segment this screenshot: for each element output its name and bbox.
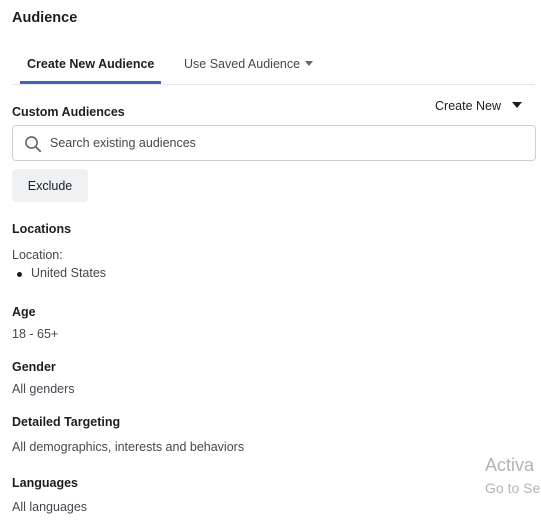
caret-down-icon bbox=[305, 61, 314, 67]
location-list: United States bbox=[12, 266, 106, 280]
languages-label: Languages bbox=[12, 476, 78, 490]
audience-section-title: Audience bbox=[12, 10, 78, 26]
audience-tabs: Create New Audience Use Saved Audience bbox=[12, 48, 535, 85]
tab-label: Use Saved Audience bbox=[184, 57, 301, 71]
locations-label: Locations bbox=[12, 222, 72, 236]
custom-audiences-label: Custom Audiences bbox=[12, 105, 125, 119]
search-input[interactable] bbox=[50, 126, 520, 160]
gender-value: All genders bbox=[12, 382, 75, 396]
location-sub-label: Location: bbox=[12, 248, 63, 262]
custom-audience-search[interactable] bbox=[12, 125, 536, 161]
languages-value: All languages bbox=[12, 500, 88, 514]
age-value: 18 - 65+ bbox=[12, 327, 59, 341]
create-new-label: Create New bbox=[435, 99, 501, 113]
tab-create-new-audience[interactable]: Create New Audience bbox=[20, 48, 161, 84]
gender-label: Gender bbox=[12, 360, 56, 374]
location-value: United States bbox=[31, 266, 107, 280]
activation-watermark-title: Activa bbox=[485, 455, 535, 475]
create-new-dropdown[interactable]: Create New bbox=[435, 99, 522, 113]
caret-down-icon bbox=[512, 102, 522, 109]
detailed-targeting-value: All demographics, interests and behavior… bbox=[12, 440, 245, 454]
bullet-icon bbox=[17, 272, 22, 277]
exclude-button[interactable]: Exclude bbox=[12, 169, 88, 202]
detailed-targeting-label: Detailed Targeting bbox=[12, 415, 121, 429]
tab-label: Create New Audience bbox=[27, 57, 155, 71]
tab-use-saved-audience[interactable]: Use Saved Audience bbox=[184, 48, 314, 84]
age-label: Age bbox=[12, 305, 36, 319]
activation-watermark-subtitle: Go to Se bbox=[485, 480, 541, 496]
list-item: United States bbox=[12, 266, 106, 280]
search-icon bbox=[25, 136, 42, 153]
